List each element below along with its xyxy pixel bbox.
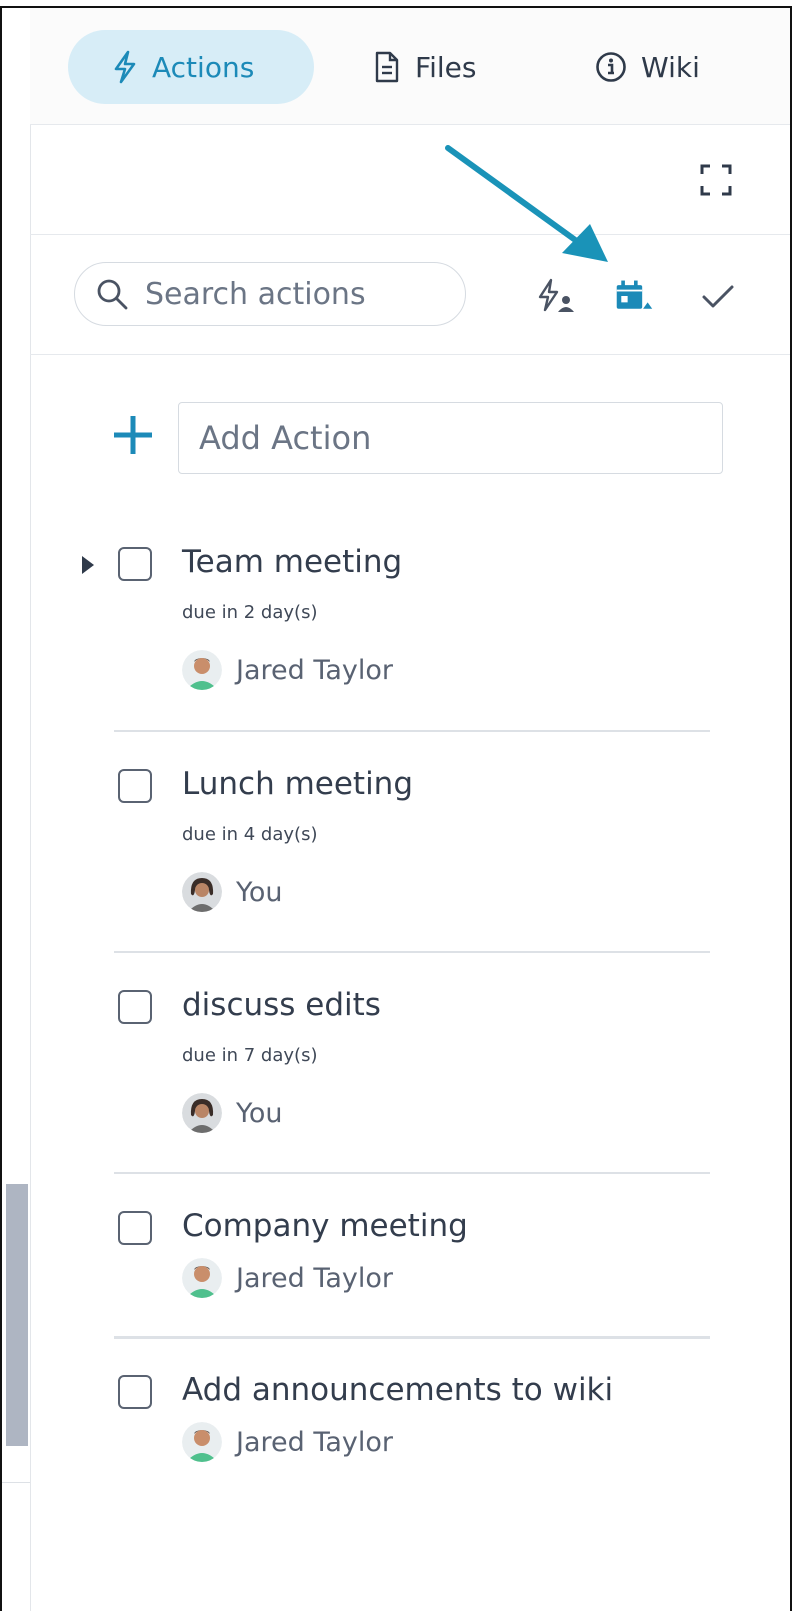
avatar-female	[182, 872, 222, 912]
assignee-name: You	[236, 876, 283, 908]
search-input[interactable]	[143, 275, 447, 313]
action-title[interactable]: Add announcements to wiki	[182, 1372, 613, 1408]
avatar-male	[182, 1258, 222, 1298]
action-title[interactable]: Team meeting	[182, 544, 402, 580]
info-icon	[596, 52, 626, 82]
panel-header	[30, 124, 790, 235]
lightning-icon	[114, 50, 136, 84]
add-action-input[interactable]	[178, 402, 723, 474]
tab-files[interactable]: Files	[373, 30, 476, 104]
action-title[interactable]: discuss edits	[182, 987, 381, 1023]
due-label: due in 7 day(s)	[182, 1045, 318, 1066]
action-checkbox[interactable]	[118, 1211, 152, 1245]
assignee: Jared Taylor	[182, 1258, 393, 1298]
completed-check-icon[interactable]	[698, 276, 738, 316]
list-divider	[114, 730, 710, 732]
assignee: You	[182, 1093, 283, 1133]
action-title[interactable]: Company meeting	[182, 1208, 468, 1244]
assignee: Jared Taylor	[182, 650, 393, 690]
assign-filter-icon[interactable]	[535, 276, 575, 316]
due-label: due in 2 day(s)	[182, 602, 318, 623]
gutter-divider	[2, 1482, 30, 1483]
action-title[interactable]: Lunch meeting	[182, 766, 413, 802]
filter-toolbar	[30, 234, 790, 355]
tab-wiki[interactable]: Wiki	[595, 30, 700, 104]
tab-actions-label: Actions	[152, 50, 255, 84]
expand-icon[interactable]	[700, 164, 732, 196]
action-checkbox[interactable]	[118, 547, 152, 581]
annotation-arrow	[445, 145, 608, 262]
expand-caret-icon[interactable]	[82, 556, 94, 574]
search-field[interactable]	[74, 262, 466, 326]
action-checkbox[interactable]	[118, 1375, 152, 1409]
tab-wiki-label: Wiki	[641, 50, 700, 84]
list-divider	[114, 951, 710, 953]
list-divider	[114, 1336, 710, 1339]
scrollbar-thumb[interactable]	[6, 1184, 28, 1446]
search-icon	[97, 279, 128, 310]
action-checkbox[interactable]	[118, 769, 152, 803]
assignee-name: You	[236, 1097, 283, 1129]
add-icon[interactable]	[110, 412, 156, 458]
due-date-sort-icon[interactable]	[614, 276, 654, 316]
list-divider	[114, 1172, 710, 1174]
tab-bar: Actions Files Wiki	[30, 8, 790, 125]
assignee-name: Jared Taylor	[236, 1426, 394, 1458]
assignee-name: Jared Taylor	[236, 654, 394, 686]
due-label: due in 4 day(s)	[182, 824, 318, 845]
assignee: You	[182, 872, 283, 912]
avatar-female	[182, 1093, 222, 1133]
assignee-name: Jared Taylor	[236, 1262, 394, 1294]
action-checkbox[interactable]	[118, 990, 152, 1024]
file-icon	[375, 51, 399, 83]
tab-actions[interactable]: Actions	[68, 30, 314, 104]
avatar-male	[182, 650, 222, 690]
avatar-male	[182, 1422, 222, 1462]
left-gutter	[2, 8, 31, 1611]
actions-panel: Actions Files Wiki Search actions Add Ac…	[0, 6, 792, 1611]
tab-files-label: Files	[415, 50, 477, 84]
assignee: Jared Taylor	[182, 1422, 393, 1462]
